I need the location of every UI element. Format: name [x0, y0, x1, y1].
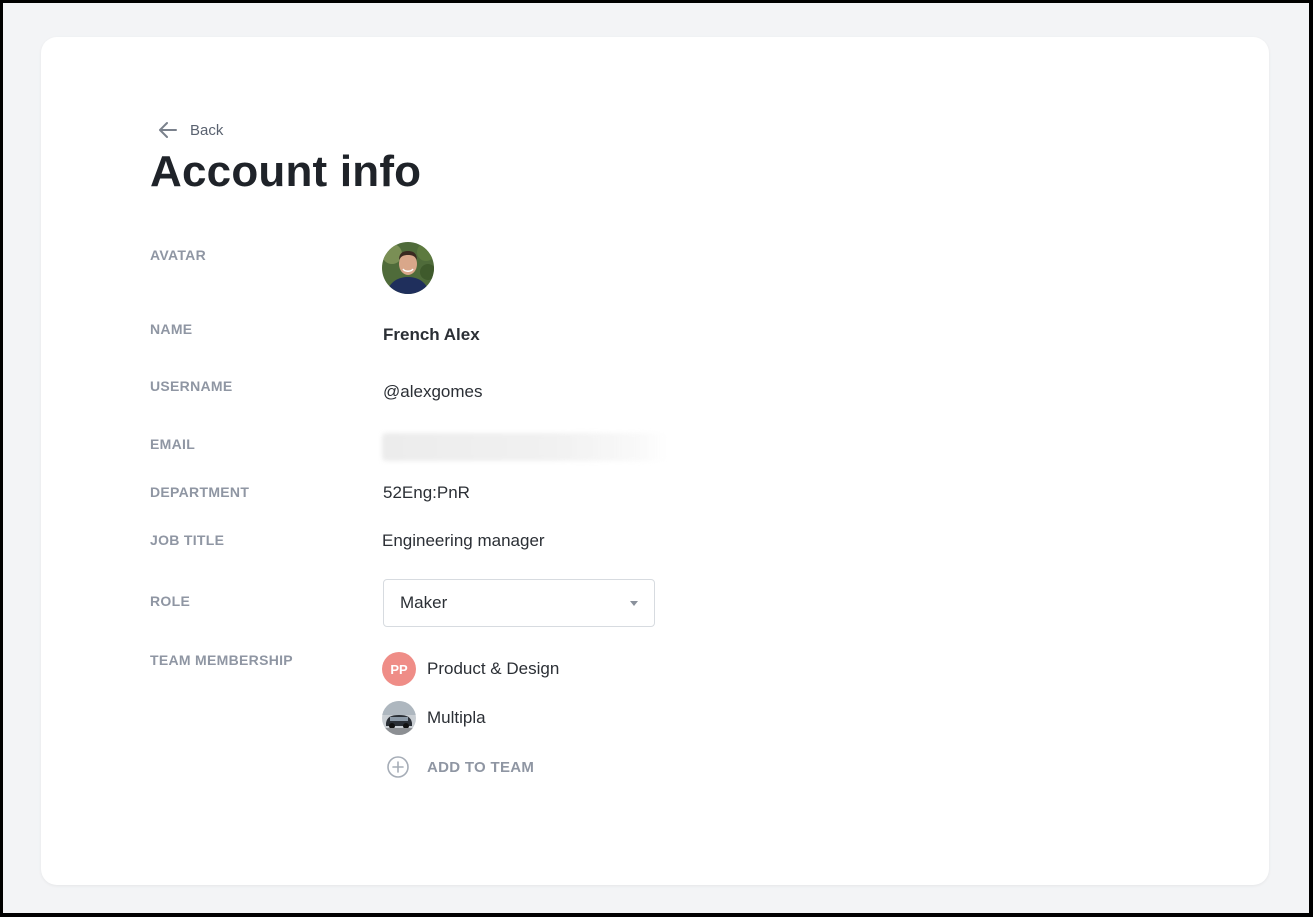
- avatar-label: AVATAR: [150, 247, 206, 263]
- role-label: ROLE: [150, 593, 191, 609]
- team-name: Multipla: [427, 708, 486, 727]
- email-value-redacted: [382, 433, 667, 461]
- team-item-multipla[interactable]: Multipla: [382, 700, 486, 736]
- team-membership-label: TEAM MEMBERSHIP: [150, 652, 293, 668]
- add-to-team-button[interactable]: ADD TO TEAM: [386, 753, 534, 781]
- username-value: @alexgomes: [383, 382, 483, 401]
- department-value: 52Eng:PnR: [383, 483, 470, 502]
- team-name: Product & Design: [427, 659, 560, 678]
- team-avatar: [382, 701, 416, 735]
- team-badge: PP: [382, 652, 416, 686]
- role-select[interactable]: Maker: [383, 579, 655, 627]
- name-value: French Alex: [383, 325, 480, 344]
- job-title-value: Engineering manager: [382, 531, 545, 550]
- avatar-image: [382, 242, 434, 294]
- back-label: Back: [190, 121, 224, 139]
- email-label: EMAIL: [150, 436, 196, 452]
- username-label: USERNAME: [150, 378, 233, 394]
- caret-down-icon: [630, 600, 638, 606]
- account-info-card: Back Account info AVATAR NAME French Ale…: [41, 37, 1269, 885]
- page-background: Back Account info AVATAR NAME French Ale…: [3, 3, 1309, 913]
- job-title-label: JOB TITLE: [150, 532, 225, 548]
- role-select-value: Maker: [400, 593, 448, 612]
- car-image: [382, 701, 416, 735]
- add-to-team-label: ADD TO TEAM: [427, 758, 535, 776]
- department-label: DEPARTMENT: [150, 484, 250, 500]
- back-button[interactable]: Back: [157, 117, 223, 143]
- arrow-left-icon: [159, 122, 177, 138]
- page-title: Account info: [150, 147, 422, 196]
- name-label: NAME: [150, 321, 193, 337]
- team-item-product-design[interactable]: PP Product & Design: [382, 651, 559, 687]
- avatar[interactable]: [382, 242, 434, 294]
- plus-circle-icon: [387, 756, 409, 778]
